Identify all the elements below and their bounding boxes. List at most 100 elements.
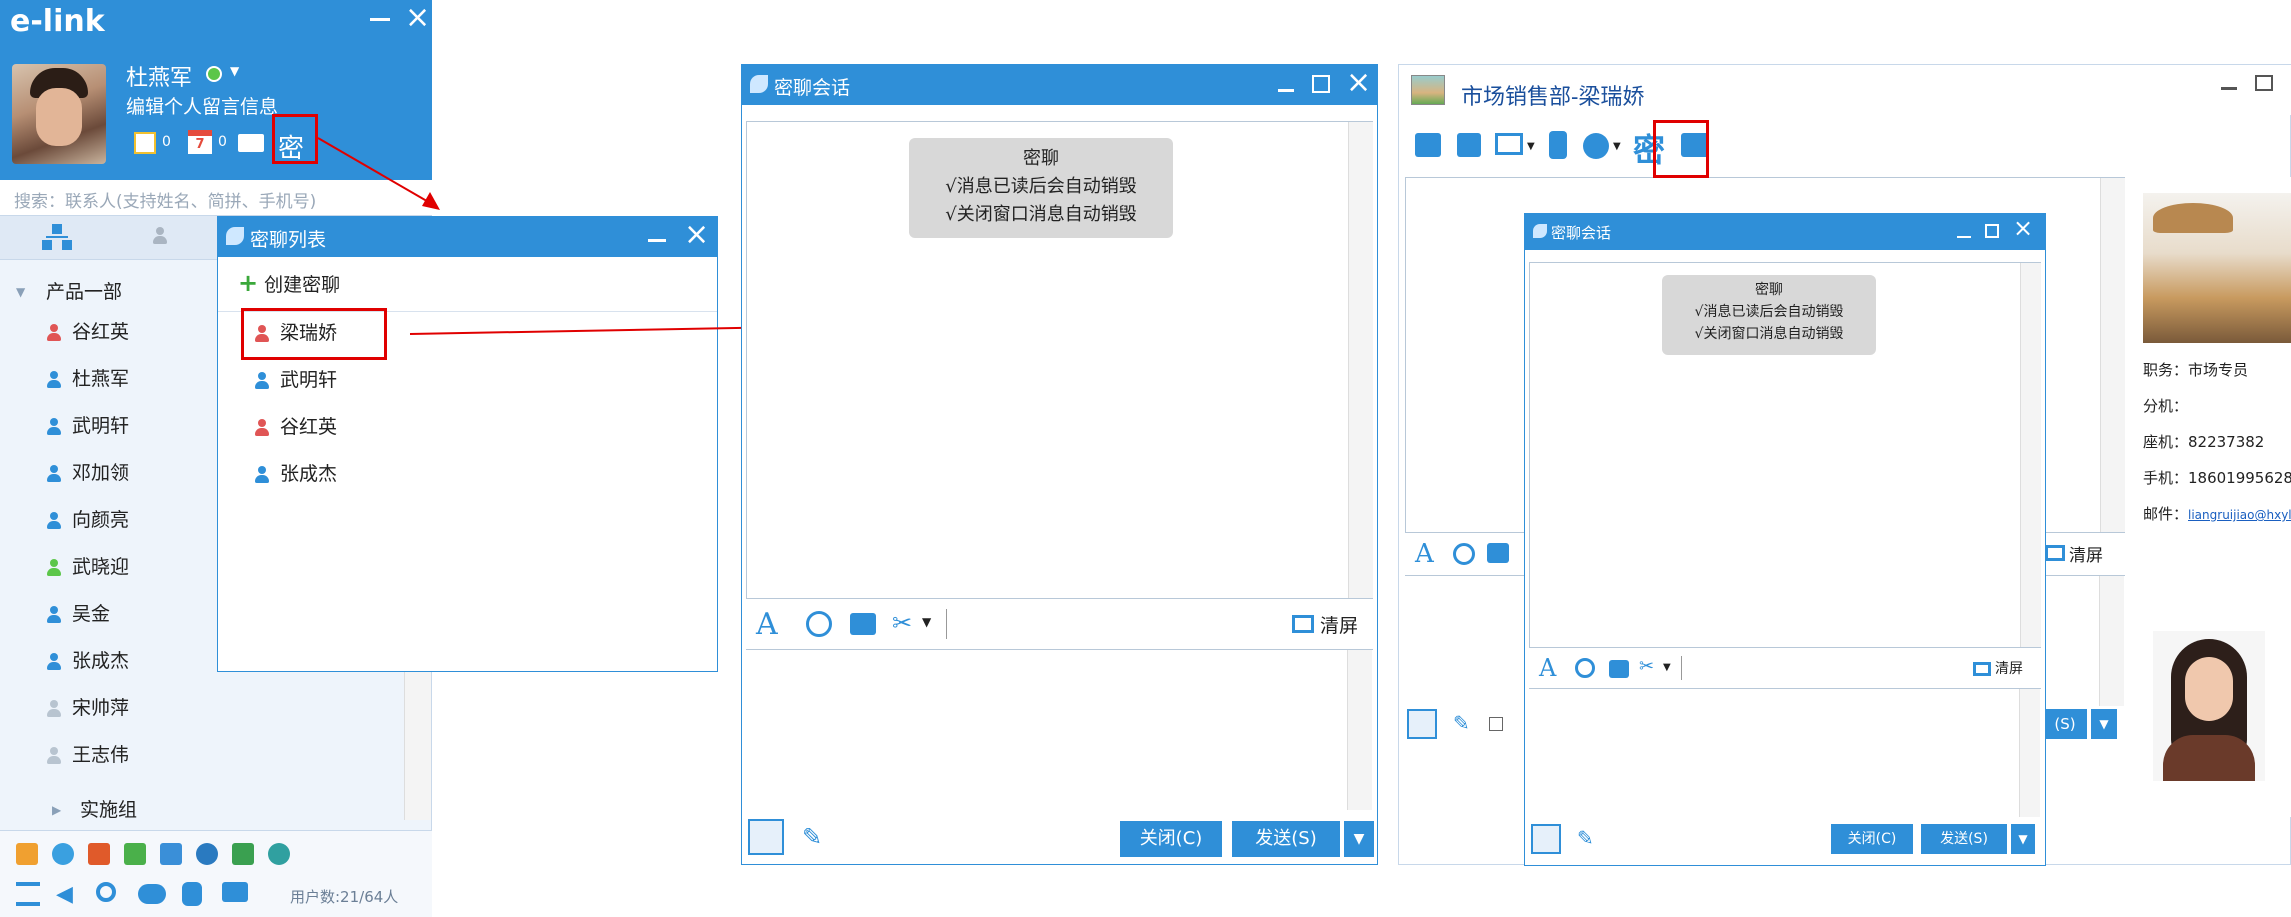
phone-icon[interactable] (1549, 131, 1567, 159)
chat-titlebar: 密聊会话 × (742, 65, 1377, 105)
profile-cover-image (2143, 193, 2291, 343)
edit-icon[interactable]: ✎ (1577, 826, 1594, 850)
image-icon[interactable] (1487, 543, 1509, 563)
font-icon[interactable]: A (1415, 539, 1434, 569)
screenshot-icon[interactable]: ✂ (892, 609, 912, 637)
message-area[interactable]: 密聊 √消息已读后会自动销毁 √关闭窗口消息自动销毁 (1529, 262, 2041, 648)
chat-titlebar: 密聊会话 × (1525, 214, 2045, 250)
profile-mobile: 手机：18601995628 (2143, 469, 2291, 487)
notice-title: 密聊 (1755, 282, 1783, 298)
app-leaf-icon (750, 75, 768, 93)
clear-screen-icon[interactable] (1973, 662, 1991, 676)
send-button[interactable]: (S) (2043, 709, 2087, 739)
photo-body (2163, 735, 2255, 781)
emoji-icon[interactable] (1575, 658, 1595, 678)
profile-panel: 职务：市场专员 分机： 座机：82237382 手机：18601995628 邮… (2127, 177, 2291, 817)
group-avatar-icon (1411, 75, 1445, 105)
main-chat-toolbar: ▼ ▼ 密 (1399, 121, 2291, 171)
profile-extension: 分机： (2143, 397, 2189, 415)
input-toolbar: A ✂ ▼ 清屏 (1529, 654, 2041, 684)
input-scrollbar[interactable] (2099, 576, 2124, 706)
input-toolbar: A ✂ ▼ 清屏 (746, 605, 1373, 645)
main-chat-title: 市场销售部-梁瑞娇 (1461, 85, 1645, 110)
message-scrollbar[interactable] (2100, 178, 2125, 532)
edit-icon[interactable]: ✎ (1453, 711, 1470, 735)
maximize-button[interactable] (1985, 224, 1999, 238)
input-scrollbar[interactable] (1347, 650, 1372, 810)
secret-chat-window: 密聊会话 × 密聊 √消息已读后会自动销毁 √关闭窗口消息自动销毁 A ✂ ▼ … (1524, 213, 2046, 866)
arrow-to-secret-list (317, 137, 433, 205)
message-input[interactable] (746, 649, 1373, 810)
send-options-dropdown[interactable]: ▼ (1344, 821, 1374, 857)
file-icon[interactable] (748, 819, 784, 855)
chat-title: 密聊会话 (1551, 224, 1612, 242)
profile-photo (2153, 631, 2265, 781)
message-input[interactable] (1529, 688, 2041, 817)
message-history-icon[interactable] (1457, 133, 1481, 157)
transfer-file-icon[interactable] (1415, 133, 1441, 157)
remote-desktop-icon[interactable] (1495, 133, 1523, 155)
minimize-button[interactable] (1957, 236, 1971, 238)
notice-line-1: √消息已读后会自动销毁 (1694, 304, 1844, 320)
remote-dropdown-icon[interactable]: ▼ (1527, 141, 1535, 152)
screenshot-dropdown-icon[interactable]: ▼ (1663, 662, 1671, 673)
screenshot-icon[interactable]: ✂ (1639, 656, 1654, 677)
toolbar-divider (1681, 656, 1682, 680)
message-scrollbar[interactable] (2020, 263, 2041, 647)
image-icon[interactable] (1609, 660, 1629, 678)
profile-position: 职务：市场专员 (2143, 361, 2249, 379)
send-options-dropdown[interactable]: ▼ (2091, 709, 2117, 739)
clear-screen-button[interactable]: 清屏 (1995, 658, 2023, 678)
message-area[interactable]: 密聊 √消息已读后会自动销毁 √关闭窗口消息自动销毁 (746, 121, 1373, 599)
notice-line-1: √消息已读后会自动销毁 (945, 176, 1137, 197)
close-button[interactable]: × (2013, 214, 2033, 242)
highlight-secret-toolbar-icon (1653, 120, 1709, 178)
profile-email-link[interactable]: liangruijiao@hxyl... (2188, 508, 2291, 522)
screenshot-dropdown-icon[interactable]: ▼ (922, 615, 931, 629)
input-scrollbar[interactable] (2019, 689, 2040, 817)
send-options-dropdown[interactable]: ▼ (2011, 824, 2035, 854)
close-button[interactable]: × (1346, 65, 1371, 100)
video-icon[interactable] (1583, 133, 1609, 159)
send-button[interactable]: 发送(S) (1921, 824, 2007, 854)
secret-chat-notice: 密聊 √消息已读后会自动销毁 √关闭窗口消息自动销毁 (1662, 275, 1876, 355)
arrow-to-chat-window (409, 326, 791, 335)
close-chat-button[interactable]: 关闭(C) (1120, 821, 1222, 857)
chat-footer: ✎ 关闭(C) 发送(S) ▼ (742, 815, 1377, 864)
font-icon[interactable]: A (1539, 654, 1556, 682)
clear-screen-button[interactable]: 清屏 (2069, 541, 2103, 566)
chat-footer: ✎ 关闭(C) 发送(S) ▼ (1525, 820, 2045, 864)
clear-screen-icon[interactable] (2045, 545, 2065, 561)
profile-email-label: 邮件： (2143, 505, 2189, 523)
file-icon[interactable] (1407, 709, 1437, 739)
close-chat-button[interactable]: 关闭(C) (1831, 824, 1913, 854)
notice-line-2: √关闭窗口消息自动销毁 (945, 204, 1137, 225)
clear-screen-button[interactable]: 清屏 (1320, 611, 1358, 638)
clear-screen-icon[interactable] (1292, 615, 1314, 633)
profile-phone: 座机：82237382 (2143, 433, 2265, 451)
emoji-icon[interactable] (1453, 543, 1475, 565)
notice-title: 密聊 (1023, 148, 1059, 169)
arrow-head (422, 192, 440, 210)
checkbox[interactable] (1489, 717, 1503, 731)
message-scrollbar[interactable] (1348, 122, 1373, 598)
notice-line-2: √关闭窗口消息自动销毁 (1694, 326, 1844, 342)
photo-face (2185, 657, 2233, 721)
minimize-button[interactable] (1278, 89, 1294, 92)
emoji-icon[interactable] (806, 611, 832, 637)
main-chat-titlebar: 市场销售部-梁瑞娇 (1399, 65, 2291, 115)
app-leaf-icon (1533, 224, 1547, 238)
video-dropdown-icon[interactable]: ▼ (1613, 141, 1621, 152)
maximize-button[interactable] (1312, 75, 1330, 93)
chat-title: 密聊会话 (774, 77, 851, 99)
secret-chat-window: 密聊会话 × 密聊 √消息已读后会自动销毁 √关闭窗口消息自动销毁 A ✂ ▼ … (741, 64, 1378, 865)
maximize-button[interactable] (2255, 75, 2273, 91)
send-button[interactable]: 发送(S) (1232, 821, 1340, 857)
minimize-button[interactable] (2221, 87, 2237, 90)
file-icon[interactable] (1531, 824, 1561, 854)
toolbar-divider (946, 609, 947, 639)
image-icon[interactable] (850, 613, 876, 635)
font-icon[interactable]: A (756, 607, 778, 642)
edit-icon[interactable]: ✎ (802, 823, 822, 851)
profile-email: 邮件：liangruijiao@hxyl... (2143, 503, 2291, 524)
